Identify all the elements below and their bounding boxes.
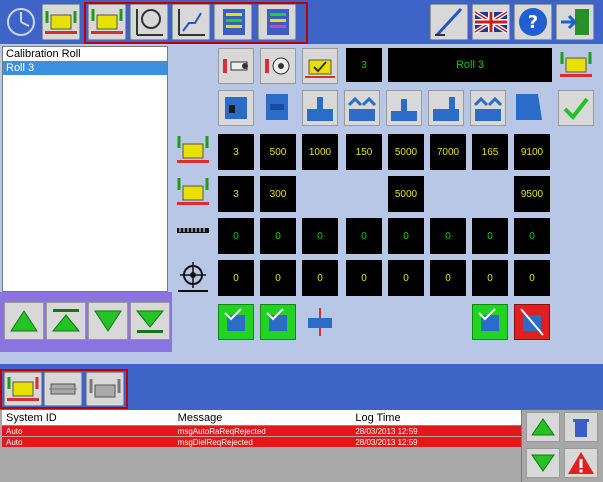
roll-load-button[interactable] [88,4,126,40]
roll-list[interactable]: Calibration Roll Roll 3 [2,46,168,292]
status-ok-icon-3[interactable] [472,304,508,340]
r3-c5[interactable]: 0 [388,218,424,254]
alarm-warning-button[interactable] [564,448,598,478]
roll-panel: Calibration Roll Roll 3 [0,44,172,364]
r4-c1[interactable]: 0 [218,260,254,296]
log-row[interactable]: Auto msgAutoRaReqRejected 28/03/2013 12:… [2,426,521,437]
exit-button[interactable] [556,4,594,40]
r4-c7[interactable]: 0 [472,260,508,296]
log-row[interactable]: Auto msgDielReqRejected 28/03/2013 12:59 [2,437,521,448]
machine-icon-2[interactable] [260,90,296,126]
mid-toolbar [0,364,603,410]
r2-c2[interactable]: 300 [260,176,296,212]
machine-icon-4[interactable] [344,90,380,126]
roll-name-display: Roll 3 [388,48,552,82]
r1-c4[interactable]: 150 [346,134,382,170]
status-ok-icon-1[interactable] [218,304,254,340]
r3-c6[interactable]: 0 [430,218,466,254]
help-button[interactable]: ? [514,4,552,40]
r3-c4[interactable]: 0 [346,218,382,254]
log-header-row: System ID Message Log Time [2,410,521,426]
roll-remove-icon[interactable] [218,48,254,84]
log-system: Auto [6,427,23,436]
radius-measure-button[interactable] [130,4,168,40]
step-value: 3 [346,48,382,82]
log-table[interactable]: System ID Message Log Time Auto msgAutoR… [2,410,522,482]
load-roll-icon [176,174,212,210]
uk-flag-button[interactable] [472,4,510,40]
r1-c2[interactable]: 500 [260,134,296,170]
r4-c3[interactable]: 0 [302,260,338,296]
r1-c5[interactable]: 5000 [388,134,424,170]
machine-icon-3[interactable] [302,90,338,126]
r3-c2[interactable]: 0 [260,218,296,254]
roll-transfer-icon[interactable] [558,48,594,84]
svg-text:?: ? [528,12,538,33]
machine-icon-8[interactable] [512,90,548,126]
top-toolbar: ? [0,0,603,44]
move-down-button[interactable] [88,302,128,340]
r4-c2[interactable]: 0 [260,260,296,296]
r1-c7[interactable]: 165 [472,134,508,170]
header-message: Message [177,412,223,424]
sequence-button[interactable] [214,4,252,40]
log-scroll-up-button[interactable] [526,412,560,442]
log-scroll-down-button[interactable] [526,448,560,478]
log-time: 28/03/2013 12:59 [355,427,418,436]
target-icon [176,260,212,296]
roll-transfer-button[interactable] [42,4,80,40]
delete-log-button[interactable] [564,412,598,442]
log-message: msgAutoRaReqRejected [177,427,266,436]
r2-c1[interactable]: 3 [218,176,254,212]
clock-icon [2,4,40,40]
log-time: 28/03/2013 12:59 [355,438,418,447]
r2-c8[interactable]: 9500 [514,176,550,212]
r1-c1[interactable]: 3 [218,134,254,170]
move-bottom-button[interactable] [130,302,170,340]
r4-c8[interactable]: 0 [514,260,550,296]
r3-c7[interactable]: 0 [472,218,508,254]
roll-lift-button[interactable] [86,372,124,406]
log-system: Auto [6,438,23,447]
profile-measure-button[interactable] [172,4,210,40]
sequence-edit-button[interactable] [258,4,296,40]
r4-c6[interactable]: 0 [430,260,466,296]
machine-icon-1[interactable] [218,90,254,126]
r3-c8[interactable]: 0 [514,218,550,254]
r3-c3[interactable]: 0 [302,218,338,254]
move-top-button[interactable] [46,302,86,340]
r4-c4[interactable]: 0 [346,260,382,296]
machine-icon-7[interactable] [470,90,506,126]
header-system-id: System ID [6,412,57,424]
checkmark-icon[interactable] [558,90,594,126]
confirm-roll-icon[interactable] [302,48,338,84]
roll-list-item[interactable]: Calibration Roll [3,47,167,61]
r3-c1[interactable]: 0 [218,218,254,254]
ruler-icon [176,222,212,242]
header-log-time: Log Time [355,412,401,424]
unload-roll-icon [176,132,212,168]
r1-c3[interactable]: 1000 [302,134,338,170]
machine-icon-5[interactable] [386,90,422,126]
r1-c6[interactable]: 7000 [430,134,466,170]
roll-detail-grid: 3 Roll 3 3 500 1000 150 5000 7000 165 91… [172,44,603,364]
move-up-button[interactable] [4,302,44,340]
status-error-icon[interactable] [514,304,550,340]
log-message: msgDielReqRejected [177,438,253,447]
status-idle-icon[interactable] [302,304,338,340]
status-ok-icon-2[interactable] [260,304,296,340]
roll-move-button[interactable] [44,372,82,406]
machine-icon-6[interactable] [428,90,464,126]
list-nav-bar [0,292,172,352]
roll-swap-button[interactable] [4,372,42,406]
pen-edit-button[interactable] [430,4,468,40]
r2-c5[interactable]: 5000 [388,176,424,212]
message-log: System ID Message Log Time Auto msgAutoR… [0,410,603,482]
r1-c8[interactable]: 9100 [514,134,550,170]
r4-c5[interactable]: 0 [388,260,424,296]
roll-insert-icon[interactable] [260,48,296,84]
roll-list-item-selected[interactable]: Roll 3 [3,61,167,75]
